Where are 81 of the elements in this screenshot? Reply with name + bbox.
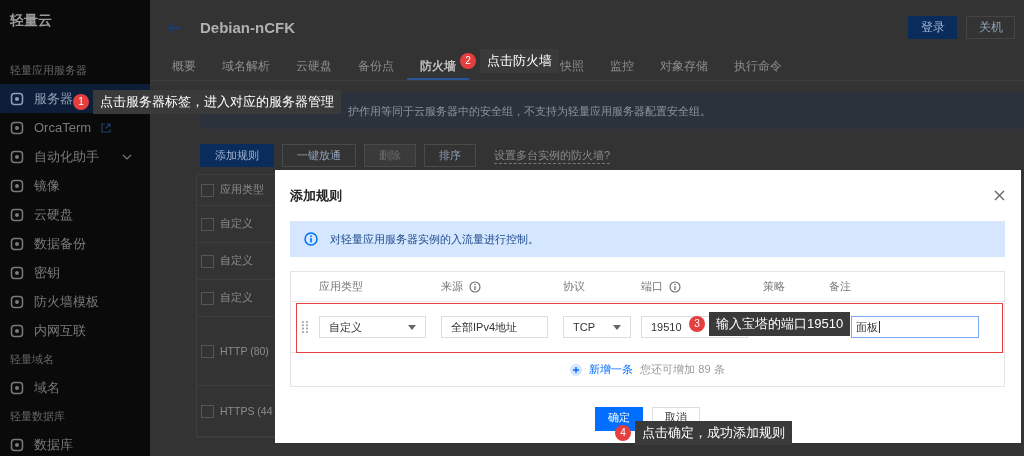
- tab[interactable]: 概要: [172, 55, 209, 80]
- tab[interactable]: 监控: [597, 55, 647, 80]
- column-header: 应用类型: [319, 279, 363, 294]
- sidebar-item[interactable]: 云硬盘: [0, 200, 150, 229]
- table-cell: 自定义: [220, 217, 253, 231]
- section-label: 轻量域名: [9, 352, 55, 367]
- nav-icon: [10, 323, 24, 338]
- sidebar-item[interactable]: 数据备份: [0, 229, 150, 258]
- caret-icon: [408, 324, 416, 330]
- header-button[interactable]: 登录: [908, 16, 957, 39]
- checkbox[interactable]: [201, 183, 214, 197]
- nav-icon: [10, 380, 24, 395]
- checkbox[interactable]: [201, 254, 214, 268]
- column-header: 策略: [763, 279, 785, 294]
- drag-handle-icon[interactable]: [302, 321, 308, 333]
- nav-icon: [10, 437, 24, 452]
- table-cell: HTTP (80): [220, 345, 269, 357]
- callout-tooltip: 点击防火墙: [480, 49, 559, 73]
- add-rule-link[interactable]: 新增一条: [589, 362, 634, 377]
- checkbox[interactable]: [201, 217, 214, 231]
- callout-tooltip: 点击确定，成功添加规则: [635, 421, 792, 445]
- nav-icon: [10, 207, 24, 222]
- column-header: 来源: [441, 279, 463, 294]
- back-arrow-icon[interactable]: [168, 21, 182, 34]
- checkbox[interactable]: [201, 404, 214, 418]
- sidebar-item[interactable]: 密钥: [0, 258, 150, 287]
- toolbar-button[interactable]: 一键放通: [282, 144, 356, 167]
- info-icon[interactable]: [669, 280, 681, 293]
- section-label: 轻量应用服务器: [9, 63, 88, 78]
- remaining-count: 您还可增加 89 条: [640, 362, 725, 377]
- sidebar-item[interactable]: 域名: [0, 373, 150, 402]
- source-field[interactable]: 全部IPv4地址: [441, 316, 548, 338]
- tab[interactable]: 云硬盘: [283, 55, 345, 80]
- tab[interactable]: 备份点: [345, 55, 407, 80]
- callout-tooltip: 输入宝塔的端口19510: [709, 312, 851, 336]
- column-header: 协议: [563, 279, 585, 294]
- info-text: 对轻量应用服务器实例的入流量进行控制。: [330, 231, 539, 247]
- toolbar-button[interactable]: 排序: [424, 144, 476, 167]
- sidebar-item[interactable]: OrcaTerm: [0, 113, 150, 142]
- table-cell: 自定义: [220, 291, 253, 305]
- toolbar-button[interactable]: 添加规则: [200, 144, 274, 167]
- column-header: 应用类型: [220, 183, 264, 197]
- notice-text: 护作用等同于云服务器中的安全组，不支持为轻量应用服务器配置安全组。: [348, 103, 711, 119]
- brand-title: 轻量云: [9, 11, 53, 30]
- tab[interactable]: 域名解析: [209, 55, 283, 80]
- sidebar-item[interactable]: 数据库: [0, 430, 150, 456]
- checkbox[interactable]: [201, 344, 214, 358]
- type-select[interactable]: 自定义: [319, 316, 426, 338]
- column-header: 端口: [641, 279, 663, 294]
- sidebar-item[interactable]: 内网互联: [0, 316, 150, 345]
- nav-icon: [10, 294, 24, 309]
- note-field[interactable]: 面板: [851, 316, 979, 338]
- add-icon[interactable]: [570, 363, 583, 376]
- nav-icon: [10, 236, 24, 251]
- table-cell: HTTPS (44: [220, 405, 273, 417]
- sidebar-item[interactable]: 镜像: [0, 171, 150, 200]
- checkbox[interactable]: [201, 291, 214, 305]
- close-icon[interactable]: [994, 190, 1005, 201]
- dialog-title: 添加规则: [290, 187, 342, 204]
- nav-icon: [10, 149, 24, 164]
- info-icon: [304, 232, 318, 246]
- server-title: Debian-nCFK: [200, 19, 295, 36]
- nav-icon: [10, 91, 24, 106]
- table-cell: 自定义: [220, 254, 253, 268]
- nav-icon: [10, 120, 24, 135]
- nav-icon: [10, 178, 24, 193]
- nav-icon: [10, 265, 24, 280]
- external-link-icon: [101, 122, 112, 133]
- chevron-down-icon: [122, 153, 132, 160]
- callout-tooltip: 点击服务器标签，进入对应的服务器管理: [93, 90, 341, 114]
- info-icon[interactable]: [469, 280, 481, 293]
- tab[interactable]: 执行命令: [721, 55, 795, 80]
- protocol-select[interactable]: TCP: [563, 316, 631, 338]
- tab[interactable]: 对象存储: [647, 55, 721, 80]
- sidebar-item[interactable]: 自动化助手: [0, 142, 150, 171]
- section-label: 轻量数据库: [9, 409, 66, 424]
- sidebar-item[interactable]: 防火墙模板: [0, 287, 150, 316]
- caret-icon: [613, 324, 621, 330]
- help-link[interactable]: 设置多台实例的防火墙?: [494, 147, 611, 164]
- header-button[interactable]: 关机: [966, 16, 1015, 39]
- column-header: 备注: [829, 279, 851, 294]
